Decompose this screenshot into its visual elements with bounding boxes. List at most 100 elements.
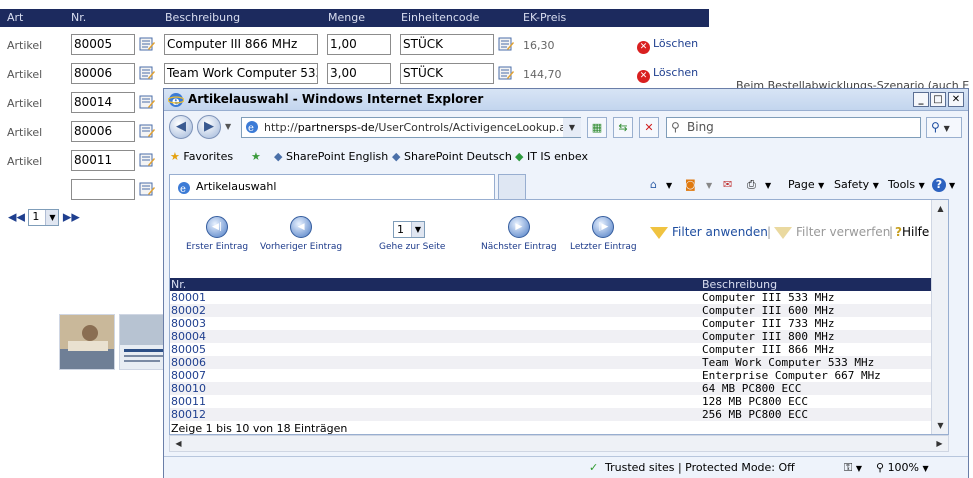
- last-page-icon[interactable]: ▶▶: [63, 211, 80, 224]
- item-nr-link[interactable]: 80003: [171, 317, 206, 330]
- nr-input-empty[interactable]: [71, 179, 135, 200]
- item-nr-link[interactable]: 80010: [171, 382, 206, 395]
- lookup-edit-icon[interactable]: [139, 181, 155, 197]
- item-nr-link[interactable]: 80001: [171, 291, 206, 304]
- item-nr-link[interactable]: 80005: [171, 343, 206, 356]
- menge-input[interactable]: 3,00: [327, 63, 391, 84]
- safety-menu[interactable]: Safety ▼: [834, 178, 879, 191]
- address-bar[interactable]: e http://partnersps-de/UserControls/Acti…: [241, 117, 581, 138]
- nr-input[interactable]: 80006: [71, 121, 135, 142]
- feeds-icon[interactable]: ◙: [685, 178, 696, 191]
- item-nr-link[interactable]: 80007: [171, 369, 206, 382]
- nr-input[interactable]: 80011: [71, 150, 135, 171]
- table-row[interactable]: 80001 Computer III 533 MHz: [170, 291, 948, 304]
- menge-input[interactable]: 1,00: [327, 34, 391, 55]
- delete-link[interactable]: ✕ Löschen: [637, 37, 698, 54]
- minimize-button[interactable]: _: [913, 92, 929, 107]
- chevron-down-icon[interactable]: ▼: [666, 181, 672, 190]
- next-entry-button[interactable]: ▶ Nächster Eintrag: [481, 216, 557, 252]
- close-button[interactable]: ✕: [948, 92, 964, 107]
- first-entry-button[interactable]: ◀| Erster Eintrag: [186, 216, 248, 252]
- chevron-down-icon[interactable]: ▼: [706, 181, 712, 190]
- table-row[interactable]: 80011 128 MB PC800 ECC: [170, 395, 948, 408]
- favorite-link-it-is-enbex[interactable]: ◆ IT IS enbex: [515, 150, 588, 163]
- item-nr-link[interactable]: 80012: [171, 408, 206, 421]
- nr-input[interactable]: 80005: [71, 34, 135, 55]
- maximize-button[interactable]: □: [930, 92, 946, 107]
- beschreibung-input[interactable]: Team Work Computer 533: [164, 63, 318, 84]
- filter-discard-link[interactable]: Filter verwerfen: [774, 225, 890, 239]
- favorites-button[interactable]: ★ Favorites: [170, 150, 233, 163]
- favorite-link-sharepoint-deutsch[interactable]: ◆ SharePoint Deutsch: [392, 150, 512, 163]
- item-desc: Computer III 533 MHz: [702, 291, 835, 304]
- help-icon[interactable]: ?: [932, 178, 946, 192]
- compatibility-icon[interactable]: ▦: [587, 117, 607, 138]
- lookup-edit-icon[interactable]: [498, 65, 514, 81]
- last-entry-button[interactable]: |▶ Letzter Eintrag: [570, 216, 637, 252]
- mail-icon[interactable]: ✉: [723, 178, 732, 191]
- lookup-edit-icon[interactable]: [139, 36, 155, 52]
- help-link[interactable]: ?Hilfe: [895, 225, 929, 239]
- item-nr-link[interactable]: 80004: [171, 330, 206, 343]
- table-row[interactable]: 80006 Team Work Computer 533 MHz: [170, 356, 948, 369]
- add-favorite-icon[interactable]: ★: [251, 150, 261, 163]
- table-row[interactable]: 80012 256 MB PC800 ECC: [170, 408, 948, 421]
- page-menu[interactable]: Page ▼: [788, 178, 824, 191]
- search-input[interactable]: ⚲ Bing: [666, 117, 921, 138]
- favorite-link-sharepoint-english[interactable]: ◆ SharePoint English: [274, 150, 388, 163]
- scroll-left-icon[interactable]: ◀: [171, 436, 186, 451]
- address-dropdown-icon[interactable]: ▼: [563, 118, 581, 137]
- filter-apply-link[interactable]: Filter anwenden: [650, 225, 768, 239]
- vertical-scrollbar[interactable]: ▲ ▼: [931, 200, 948, 434]
- table-row[interactable]: 80010 64 MB PC800 ECC: [170, 382, 948, 395]
- security-zone[interactable]: Trusted sites | Protected Mode: Off: [605, 461, 795, 474]
- chevron-down-icon[interactable]: ▼: [949, 181, 955, 190]
- item-nr-link[interactable]: 80002: [171, 304, 206, 317]
- table-row[interactable]: 80007 Enterprise Computer 667 MHz: [170, 369, 948, 382]
- goto-page-select[interactable]: 1 ▼: [393, 221, 425, 238]
- horizontal-scrollbar[interactable]: ◀ ▶: [169, 435, 949, 452]
- forward-arrow-icon[interactable]: ▶: [197, 115, 221, 139]
- lookup-edit-icon[interactable]: [139, 65, 155, 81]
- tab-artikelauswahl[interactable]: e Artikelauswahl: [169, 174, 495, 199]
- print-icon[interactable]: ⎙: [747, 178, 756, 192]
- separator: |: [889, 225, 894, 239]
- help-label: Hilfe: [901, 225, 930, 239]
- chevron-down-icon[interactable]: ▼: [765, 181, 771, 190]
- lock-icon[interactable]: ⚿ ▼: [844, 461, 862, 475]
- history-dropdown-icon[interactable]: ▼: [225, 122, 231, 131]
- first-page-icon[interactable]: ◀◀: [8, 211, 25, 224]
- page-select[interactable]: 1 ▼: [28, 209, 60, 226]
- einheitencode-input[interactable]: STÜCK: [400, 34, 494, 55]
- previous-entry-button[interactable]: ◀ Vorheriger Eintrag: [260, 216, 342, 252]
- scroll-up-icon[interactable]: ▲: [933, 201, 948, 216]
- einheitencode-input[interactable]: STÜCK: [400, 63, 494, 84]
- new-tab-button[interactable]: [498, 174, 526, 199]
- table-row[interactable]: 80005 Computer III 866 MHz: [170, 343, 948, 356]
- zoom-control[interactable]: ⚲ 100% ▼: [876, 461, 929, 474]
- lookup-edit-icon[interactable]: [139, 152, 155, 168]
- item-nr-link[interactable]: 80006: [171, 356, 206, 369]
- nr-input[interactable]: 80006: [71, 63, 135, 84]
- lookup-edit-icon[interactable]: [498, 36, 514, 52]
- refresh-icon[interactable]: ⇆: [613, 117, 633, 138]
- back-arrow-icon[interactable]: ◀: [169, 115, 193, 139]
- lookup-edit-icon[interactable]: [139, 123, 155, 139]
- thumbnail-image[interactable]: [59, 314, 115, 370]
- table-row[interactable]: 80003 Computer III 733 MHz: [170, 317, 948, 330]
- table-row[interactable]: 80002 Computer III 600 MHz: [170, 304, 948, 317]
- item-nr-link[interactable]: 80011: [171, 395, 206, 408]
- lookup-edit-icon[interactable]: [139, 94, 155, 110]
- tools-menu[interactable]: Tools ▼: [888, 178, 925, 191]
- search-button[interactable]: ⚲ ▼: [926, 117, 962, 138]
- table-row[interactable]: 80004 Computer III 800 MHz: [170, 330, 948, 343]
- scroll-down-icon[interactable]: ▼: [933, 418, 948, 433]
- delete-link[interactable]: ✕ Löschen: [637, 66, 698, 83]
- beschreibung-input[interactable]: Computer III 866 MHz: [164, 34, 318, 55]
- window-titlebar[interactable]: e Artikelauswahl - Windows Internet Expl…: [164, 89, 968, 111]
- row-art: Artikel: [7, 68, 43, 81]
- stop-icon[interactable]: ✕: [639, 117, 659, 138]
- home-icon[interactable]: ⌂: [650, 178, 657, 191]
- nr-input[interactable]: 80014: [71, 92, 135, 113]
- scroll-right-icon[interactable]: ▶: [932, 436, 947, 451]
